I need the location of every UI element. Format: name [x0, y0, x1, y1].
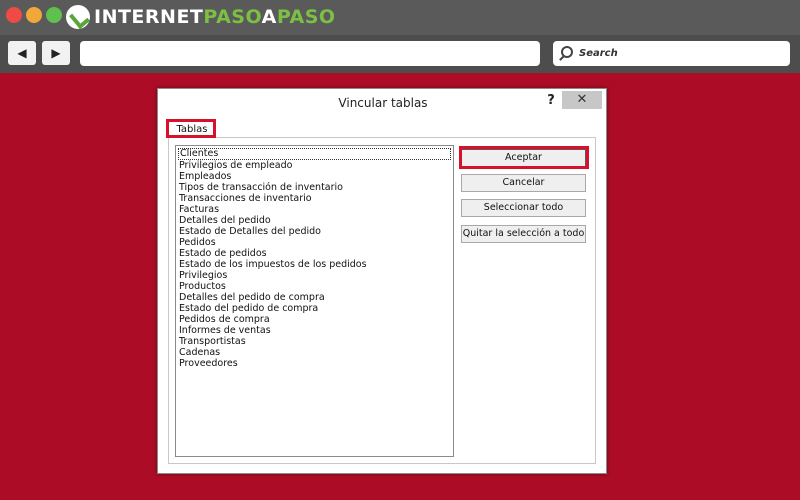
logo-check-icon: [66, 5, 90, 29]
list-item[interactable]: Transacciones de inventario: [176, 193, 453, 204]
browser-navbar: ◀ ▶ Search: [0, 35, 800, 73]
list-item[interactable]: Privilegios de empleado: [176, 160, 453, 171]
search-placeholder: Search: [579, 48, 618, 59]
forward-button[interactable]: ▶: [42, 41, 70, 65]
list-item[interactable]: Pedidos de compra: [176, 314, 453, 325]
logo-text-paso-2: PASO: [276, 6, 336, 28]
logo-text: INTERNETPASOAPASO: [94, 4, 336, 30]
tab-strip: [168, 137, 596, 138]
close-window-dot[interactable]: [6, 7, 22, 23]
list-item[interactable]: Informes de ventas: [176, 325, 453, 336]
maximize-window-dot[interactable]: [46, 7, 62, 23]
logo-text-internet: INTERNET: [94, 6, 204, 28]
back-button[interactable]: ◀: [8, 41, 36, 65]
minimize-window-dot[interactable]: [26, 7, 42, 23]
tab-tablas[interactable]: Tablas: [168, 120, 216, 138]
list-item[interactable]: Estado de los impuestos de los pedidos: [176, 259, 453, 270]
list-item[interactable]: Detalles del pedido de compra: [176, 292, 453, 303]
link-tables-dialog: Vincular tablas ? ✕ Tablas Clientes Privi…: [157, 88, 607, 474]
dialog-title: Vincular tablas: [338, 96, 428, 110]
list-item[interactable]: Transportistas: [176, 336, 453, 347]
list-item[interactable]: Facturas: [176, 204, 453, 215]
list-item[interactable]: Proveedores: [176, 358, 453, 369]
cancel-button[interactable]: Cancelar: [461, 174, 586, 192]
site-logo: INTERNETPASOAPASO: [66, 4, 336, 30]
logo-text-paso: PASO: [203, 6, 262, 28]
search-icon: [561, 46, 573, 58]
accept-button[interactable]: Aceptar: [461, 149, 586, 167]
select-all-button[interactable]: Seleccionar todo: [461, 199, 586, 217]
list-item[interactable]: Estado de pedidos: [176, 248, 453, 259]
close-button[interactable]: ✕: [562, 91, 602, 109]
list-item[interactable]: Tipos de transacción de inventario: [176, 182, 453, 193]
list-item[interactable]: Empleados: [176, 171, 453, 182]
tables-listbox[interactable]: Clientes Privilegios de empleado Empleados…: [175, 145, 454, 457]
help-button[interactable]: ?: [544, 92, 558, 110]
search-box[interactable]: Search: [553, 41, 790, 66]
list-item[interactable]: Clientes: [178, 148, 451, 160]
list-item[interactable]: Pedidos: [176, 237, 453, 248]
list-item[interactable]: Estado de Detalles del pedido: [176, 226, 453, 237]
clear-selection-button[interactable]: Quitar la selección a todo: [461, 225, 586, 243]
list-item[interactable]: Productos: [176, 281, 453, 292]
list-item[interactable]: Cadenas: [176, 347, 453, 358]
list-item[interactable]: Detalles del pedido: [176, 215, 453, 226]
list-item[interactable]: Privilegios: [176, 270, 453, 281]
list-item[interactable]: Estado del pedido de compra: [176, 303, 453, 314]
logo-text-a: A: [261, 6, 277, 28]
browser-titlebar: INTERNETPASOAPASO: [0, 0, 800, 35]
address-bar[interactable]: [80, 41, 540, 66]
